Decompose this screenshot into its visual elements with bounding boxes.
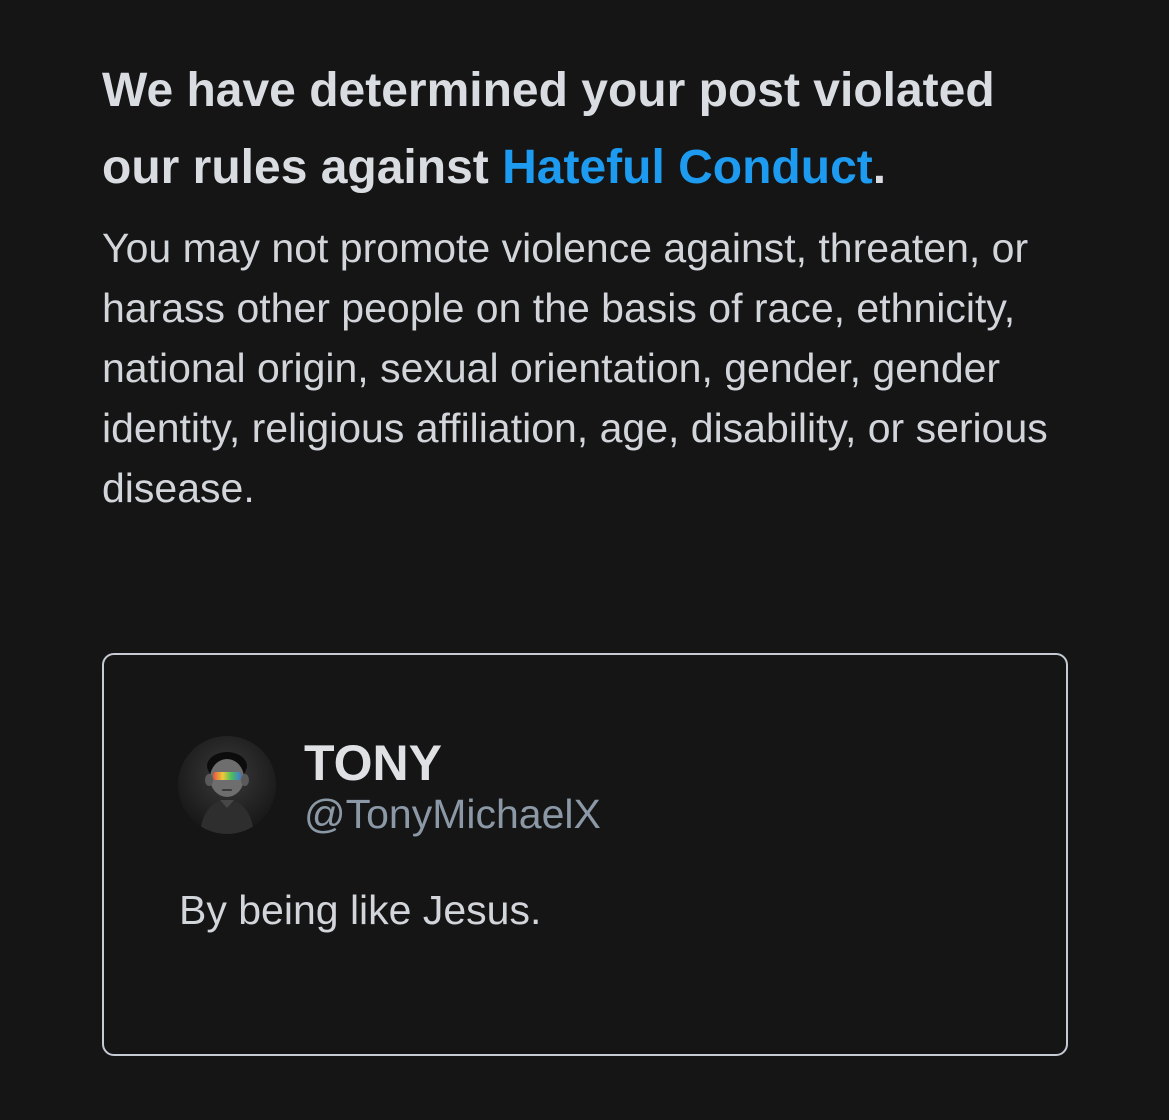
violation-headline: We have determined your post violated ou… xyxy=(102,52,1002,206)
violation-notice: We have determined your post violated ou… xyxy=(102,52,1068,518)
author-avatar xyxy=(178,736,276,834)
rule-description: You may not promote violence against, th… xyxy=(102,225,1048,511)
post-text: By being like Jesus. xyxy=(179,887,542,933)
avatar-child-with-rainbow-glasses-icon xyxy=(178,736,276,834)
author-display-name: TONY xyxy=(304,735,442,791)
author-handle: @TonyMichaelX xyxy=(304,791,601,837)
violating-post-card: TONY @TonyMichaelX By being like Jesus. xyxy=(102,653,1068,1056)
headline-suffix: . xyxy=(872,141,887,194)
hateful-conduct-link[interactable]: Hateful Conduct xyxy=(502,141,873,194)
